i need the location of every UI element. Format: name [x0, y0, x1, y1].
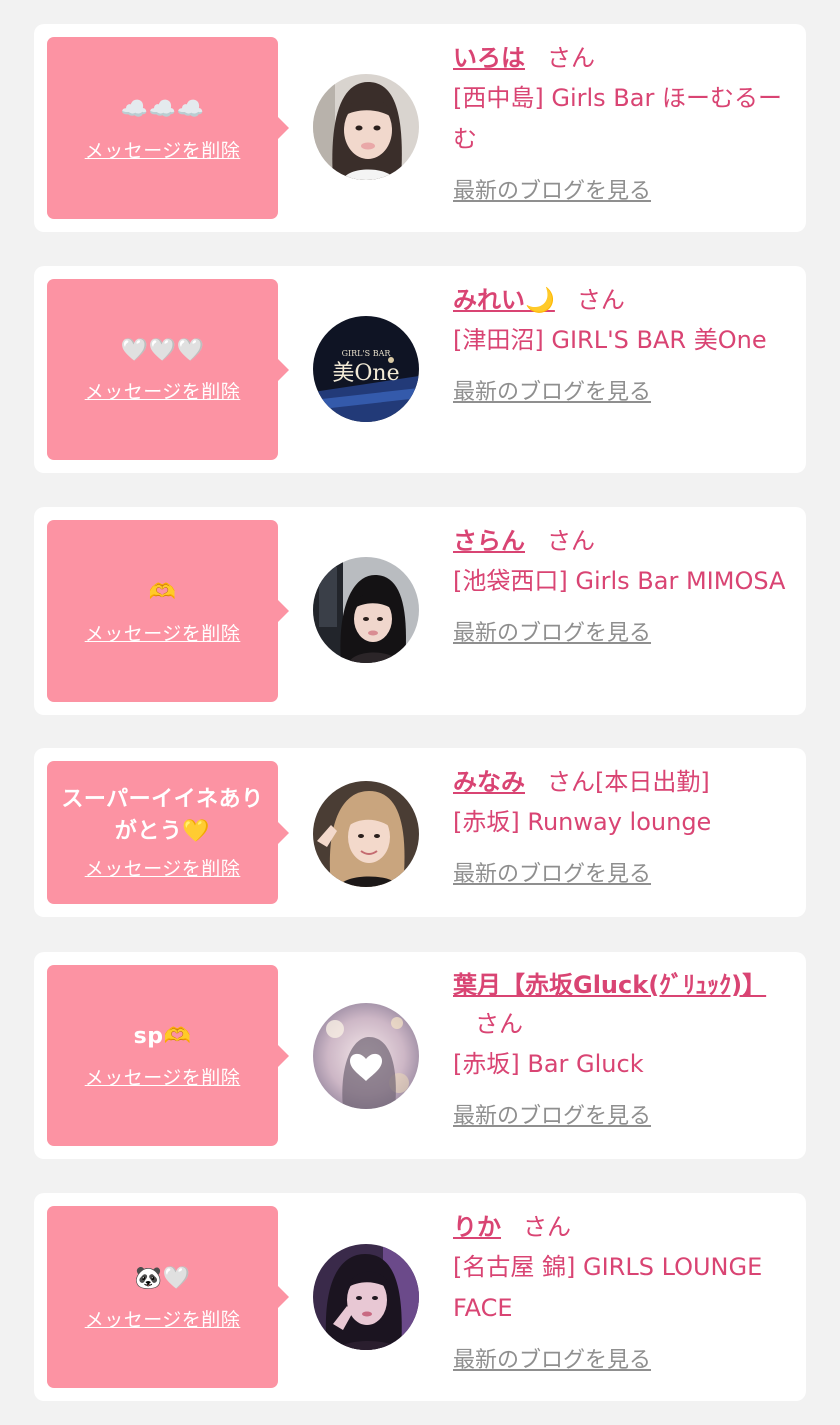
honorific: さん — [576, 286, 625, 314]
message-text: ☁️☁️☁️ — [120, 96, 205, 122]
shop-name: [津田沼] GIRL'S BAR 美One — [453, 326, 767, 354]
message-card: sp🫶 メッセージを削除 葉月【赤坂Gluck(ｸﾞﾘｭｯｸ)】さん [赤坂] … — [34, 952, 806, 1159]
sender-name-link[interactable]: 葉月【赤坂Gluck(ｸﾞﾘｭｯｸ)】 — [453, 971, 766, 999]
avatar[interactable]: GIRL'S BAR 美One — [313, 316, 419, 422]
avatar[interactable] — [313, 74, 419, 180]
delete-message-link[interactable]: メッセージを削除 — [85, 1063, 241, 1090]
sender-info: さらん さん [池袋西口] Girls Bar MIMOSA 最新のブログを見る — [453, 521, 791, 647]
sender-name-line: 葉月【赤坂Gluck(ｸﾞﾘｭｯｸ)】さん — [453, 966, 766, 1044]
message-text: 🐼🤍 — [134, 1265, 191, 1291]
message-text: sp🫶 — [133, 1024, 192, 1049]
sender-name-link[interactable]: みれい🌙 — [453, 286, 555, 314]
delete-message-link[interactable]: メッセージを削除 — [85, 854, 241, 881]
sender-name-line: さらん さん — [453, 521, 791, 561]
message-card: 🤍🤍🤍 メッセージを削除 GIRL'S BAR 美One みれい🌙 さん [津田沼… — [34, 266, 806, 473]
shop-name: [西中島] Girls Bar ほーむるーむ — [453, 84, 782, 153]
avatar-logo-small-text: GIRL'S BAR — [342, 349, 392, 358]
sender-name-line: いろは さん — [453, 38, 791, 78]
honorific: さん — [523, 1213, 571, 1241]
sender-name-line: りか さん — [453, 1207, 791, 1247]
delete-message-link[interactable]: メッセージを削除 — [85, 377, 241, 404]
avatar[interactable] — [313, 557, 419, 663]
honorific: さん — [547, 527, 595, 555]
sender-name-link[interactable]: みなみ — [453, 768, 525, 796]
sender-name-link[interactable]: いろは — [453, 44, 525, 72]
avatar[interactable] — [313, 781, 419, 887]
sender-info: みれい🌙 さん [津田沼] GIRL'S BAR 美One 最新のブログを見る — [453, 280, 791, 406]
sender-name-line: みなみ さん[本日出勤] — [453, 762, 791, 802]
delete-message-link[interactable]: メッセージを削除 — [85, 619, 241, 646]
avatar-logo-large-text: 美One — [332, 361, 399, 386]
message-bubble: 🤍🤍🤍 メッセージを削除 — [47, 279, 289, 460]
avatar[interactable] — [313, 1003, 419, 1109]
latest-blog-link[interactable]: 最新のブログを見る — [453, 1098, 651, 1130]
honorific: さん — [475, 1010, 523, 1038]
shop-name: [赤坂] Bar Gluck — [453, 1050, 644, 1078]
message-text: スーパーイイネありがとう💛 — [61, 787, 264, 844]
sender-name-line: みれい🌙 さん — [453, 280, 791, 320]
message-bubble: ☁️☁️☁️ メッセージを削除 — [47, 37, 289, 219]
message-card: スーパーイイネありがとう💛 メッセージを削除 みなみ さん[本日出勤] [赤坂] … — [34, 748, 806, 917]
message-card: 🐼🤍 メッセージを削除 りか さん [名古屋 錦] GIRLS LOUNGE FA — [34, 1193, 806, 1401]
shop-name: [池袋西口] Girls Bar MIMOSA — [453, 567, 786, 595]
honorific: さん — [547, 44, 595, 72]
latest-blog-link[interactable]: 最新のブログを見る — [453, 374, 651, 406]
sender-info: 葉月【赤坂Gluck(ｸﾞﾘｭｯｸ)】さん [赤坂] Bar Gluck 最新の… — [453, 966, 791, 1130]
message-bubble: スーパーイイネありがとう💛 メッセージを削除 — [47, 761, 289, 904]
honorific: さん — [547, 768, 595, 796]
latest-blog-link[interactable]: 最新のブログを見る — [453, 856, 651, 888]
message-bubble: sp🫶 メッセージを削除 — [47, 965, 289, 1146]
message-text: 🫶 — [148, 579, 177, 605]
latest-blog-link[interactable]: 最新のブログを見る — [453, 615, 651, 647]
delete-message-link[interactable]: メッセージを削除 — [85, 136, 241, 163]
status-text: [本日出勤] — [595, 768, 710, 796]
shop-name: [名古屋 錦] GIRLS LOUNGE FACE — [453, 1253, 763, 1322]
message-text: 🤍🤍🤍 — [120, 338, 205, 363]
latest-blog-link[interactable]: 最新のブログを見る — [453, 1342, 651, 1374]
avatar[interactable] — [313, 1244, 419, 1350]
shop-name: [赤坂] Runway lounge — [453, 808, 712, 836]
message-bubble: 🐼🤍 メッセージを削除 — [47, 1206, 289, 1388]
message-bubble: 🫶 メッセージを削除 — [47, 520, 289, 702]
sender-name-link[interactable]: りか — [453, 1213, 501, 1241]
sender-info: りか さん [名古屋 錦] GIRLS LOUNGE FACE 最新のブログを見る — [453, 1207, 791, 1374]
sender-info: いろは さん [西中島] Girls Bar ほーむるーむ 最新のブログを見る — [453, 38, 791, 205]
sender-name-link[interactable]: さらん — [453, 527, 525, 555]
message-card: ☁️☁️☁️ メッセージを削除 いろは さん [西中島] Girls Bar ほー… — [34, 24, 806, 232]
latest-blog-link[interactable]: 最新のブログを見る — [453, 173, 651, 205]
message-card: 🫶 メッセージを削除 さらん さん [池袋西口] Girls Bar MIMOSA — [34, 507, 806, 715]
delete-message-link[interactable]: メッセージを削除 — [85, 1305, 241, 1332]
sender-info: みなみ さん[本日出勤] [赤坂] Runway lounge 最新のブログを見る — [453, 762, 791, 888]
